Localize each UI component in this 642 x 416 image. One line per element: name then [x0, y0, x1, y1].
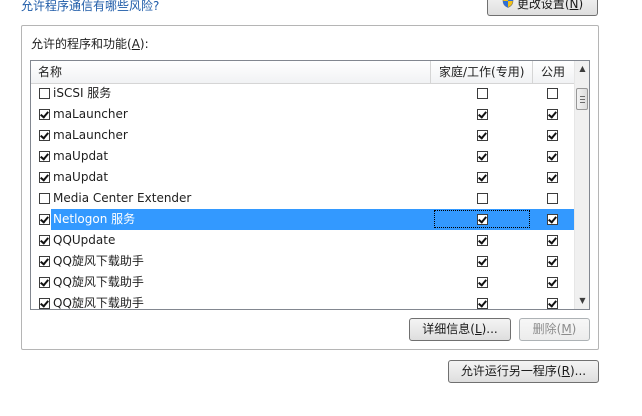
table-row[interactable]: maUpdat: [31, 167, 574, 188]
public-checkbox[interactable]: [547, 235, 558, 246]
public-checkbox[interactable]: [547, 277, 558, 288]
enabled-checkbox[interactable]: [39, 88, 50, 99]
enabled-checkbox[interactable]: [39, 256, 50, 267]
list-rows: iSCSI 服务 maLauncher maLauncher maUpdat maUpd…: [31, 83, 574, 310]
home-work-checkbox[interactable]: [477, 88, 488, 99]
table-row[interactable]: QQ旋风下载助手: [31, 251, 574, 272]
home-work-checkbox[interactable]: [477, 298, 488, 309]
enabled-checkbox[interactable]: [39, 172, 50, 183]
table-row[interactable]: Media Center Extender: [31, 188, 574, 209]
enabled-checkbox[interactable]: [39, 193, 50, 204]
enabled-checkbox[interactable]: [39, 109, 50, 120]
change-settings-label: 更改设置(N): [516, 0, 584, 11]
allowed-programs-label: 允许的程序和功能(A):: [31, 37, 149, 51]
home-work-checkbox[interactable]: [477, 277, 488, 288]
enabled-checkbox[interactable]: [39, 214, 50, 225]
public-checkbox[interactable]: [547, 298, 558, 309]
home-work-checkbox[interactable]: [477, 151, 488, 162]
scroll-thumb[interactable]: [576, 88, 588, 110]
list-header: 名称 家庭/工作(专用) 公用: [31, 61, 574, 84]
program-name: iSCSI 服务: [53, 86, 112, 100]
program-name: QQUpdate: [53, 233, 116, 247]
home-work-checkbox[interactable]: [477, 172, 488, 183]
allow-another-program-button[interactable]: 允许运行另一程序(R)...: [448, 360, 599, 383]
program-name: maUpdat: [53, 149, 109, 163]
home-work-checkbox[interactable]: [477, 214, 488, 225]
table-row[interactable]: QQ旋风下载助手: [31, 293, 574, 310]
program-name: maUpdat: [53, 170, 109, 184]
enabled-checkbox[interactable]: [39, 277, 50, 288]
public-checkbox[interactable]: [547, 88, 558, 99]
table-row[interactable]: iSCSI 服务: [31, 83, 574, 104]
public-checkbox[interactable]: [547, 151, 558, 162]
column-divider[interactable]: [532, 61, 533, 83]
table-row[interactable]: Netlogon 服务: [31, 209, 574, 230]
firewall-risk-link[interactable]: 允许程序通信有哪些风险?: [21, 0, 159, 14]
table-row[interactable]: maUpdat: [31, 146, 574, 167]
details-button[interactable]: 详细信息(L)...: [409, 318, 511, 341]
public-checkbox[interactable]: [547, 172, 558, 183]
home-work-checkbox[interactable]: [477, 256, 488, 267]
column-header-public[interactable]: 公用: [541, 61, 565, 83]
allowed-programs-group: 允许的程序和功能(A): 名称 家庭/工作(专用) 公用 iSCSI 服务 maL…: [21, 25, 599, 350]
program-name: QQ旋风下载助手: [53, 254, 144, 268]
change-settings-button[interactable]: 更改设置(N): [487, 0, 598, 16]
enabled-checkbox[interactable]: [39, 130, 50, 141]
program-name: QQ旋风下载助手: [53, 296, 144, 310]
table-row[interactable]: QQ旋风下载助手: [31, 272, 574, 293]
table-row[interactable]: QQUpdate: [31, 230, 574, 251]
home-work-checkbox[interactable]: [477, 109, 488, 120]
enabled-checkbox[interactable]: [39, 298, 50, 309]
public-checkbox[interactable]: [547, 130, 558, 141]
uac-shield-icon: [502, 0, 514, 14]
program-name: QQ旋风下载助手: [53, 275, 144, 289]
column-divider[interactable]: [430, 61, 431, 83]
program-name: maLauncher: [53, 107, 128, 121]
public-checkbox[interactable]: [547, 193, 558, 204]
vertical-scrollbar[interactable]: ▲ ▼: [574, 61, 589, 309]
enabled-checkbox[interactable]: [39, 235, 50, 246]
public-checkbox[interactable]: [547, 256, 558, 267]
program-name: Media Center Extender: [53, 191, 192, 205]
home-work-checkbox[interactable]: [477, 193, 488, 204]
program-name: Netlogon 服务: [53, 212, 136, 226]
scroll-down-icon[interactable]: ▼: [575, 293, 589, 309]
enabled-checkbox[interactable]: [39, 151, 50, 162]
table-row[interactable]: maLauncher: [31, 104, 574, 125]
allowed-programs-list[interactable]: 名称 家庭/工作(专用) 公用 iSCSI 服务 maLauncher maLaun…: [30, 60, 590, 310]
remove-button[interactable]: 删除(M): [519, 318, 590, 341]
column-header-home[interactable]: 家庭/工作(专用): [439, 61, 524, 83]
public-checkbox[interactable]: [547, 109, 558, 120]
public-checkbox[interactable]: [547, 214, 558, 225]
home-work-checkbox[interactable]: [477, 130, 488, 141]
table-row[interactable]: maLauncher: [31, 125, 574, 146]
home-work-checkbox[interactable]: [477, 235, 488, 246]
column-header-name[interactable]: 名称: [38, 61, 62, 83]
program-name: maLauncher: [53, 128, 128, 142]
scroll-up-icon[interactable]: ▲: [575, 61, 589, 77]
